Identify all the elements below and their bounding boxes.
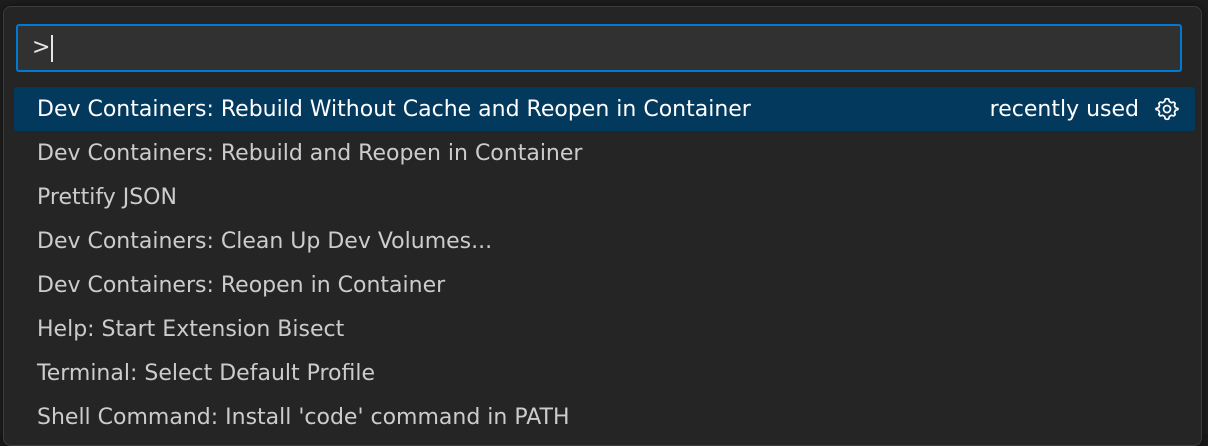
command-input[interactable]: > [32, 37, 50, 59]
command-item[interactable]: Shell Command: Install 'code' command in… [14, 395, 1195, 439]
command-item[interactable]: Prettify JSON [14, 175, 1195, 219]
command-item[interactable]: Dev Containers: Rebuild and Reopen in Co… [14, 131, 1195, 175]
command-item[interactable]: Dev Containers: Clean Up Dev Volumes... [14, 219, 1195, 263]
command-item-label: Shell Command: Install 'code' command in… [37, 404, 570, 430]
text-caret [51, 34, 54, 62]
recently-used-label: recently used [989, 96, 1139, 122]
gear-icon[interactable] [1153, 95, 1181, 123]
command-item[interactable]: Terminal: Select Default Profile [14, 351, 1195, 395]
command-item-label: Terminal: Select Default Profile [37, 360, 376, 386]
command-item-label: Dev Containers: Clean Up Dev Volumes... [37, 228, 493, 254]
command-list: Dev Containers: Rebuild Without Cache an… [14, 87, 1195, 439]
command-item-label: Prettify JSON [37, 184, 177, 210]
command-item-label: Help: Start Extension Bisect [37, 316, 345, 342]
command-input-box[interactable]: > [16, 24, 1182, 72]
command-item-selected[interactable]: Dev Containers: Rebuild Without Cache an… [14, 87, 1195, 131]
command-palette: > Dev Containers: Rebuild Without Cache … [3, 6, 1202, 446]
command-item-label: Dev Containers: Rebuild Without Cache an… [37, 96, 751, 122]
command-item-label: Dev Containers: Reopen in Container [37, 272, 446, 298]
command-item-label: Dev Containers: Rebuild and Reopen in Co… [37, 140, 583, 166]
command-item[interactable]: Dev Containers: Reopen in Container [14, 263, 1195, 307]
command-item[interactable]: Help: Start Extension Bisect [14, 307, 1195, 351]
